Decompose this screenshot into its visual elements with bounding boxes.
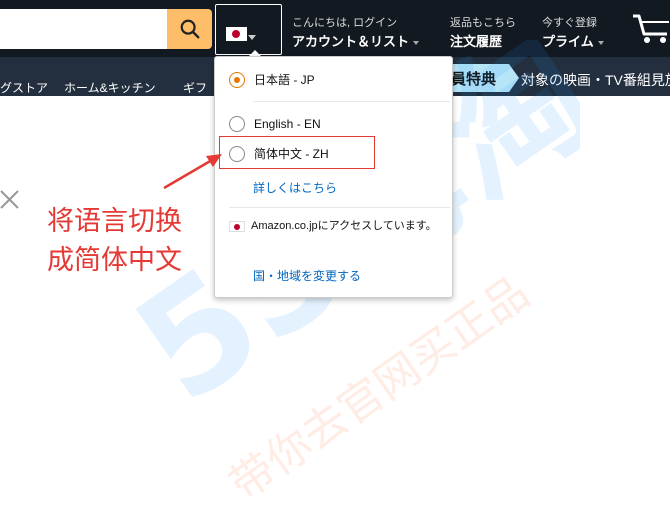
subnav-item-home-kitchen[interactable]: ホーム&キッチン xyxy=(64,79,156,96)
radio-selected[interactable] xyxy=(229,71,245,88)
language-option-label: English - EN xyxy=(254,117,321,131)
promo-text[interactable]: 対象の映画・TV番組見放 xyxy=(521,70,670,90)
search-button[interactable] xyxy=(167,9,212,49)
chevron-down-icon xyxy=(413,40,420,45)
language-dropdown: 日本語 - JP English - EN 简体中文 - ZH 詳しくはこちら … xyxy=(214,56,453,298)
register-text: 今すぐ登録 xyxy=(542,17,597,29)
subnav-item-gift[interactable]: ギフ xyxy=(183,79,207,96)
language-option-jp[interactable]: 日本語 - JP xyxy=(229,71,315,88)
close-icon[interactable] xyxy=(0,190,20,210)
region-notice: Amazon.co.jpにアクセスしています。 xyxy=(229,219,444,234)
japan-flag-icon xyxy=(226,27,247,41)
account-lists-link[interactable]: こんにちは, ログイン アカウント＆リスト xyxy=(292,14,420,50)
divider xyxy=(229,207,450,208)
cart-icon[interactable] xyxy=(631,10,670,46)
japan-flag-icon xyxy=(229,220,245,232)
radio-unselected[interactable] xyxy=(229,116,245,132)
language-option-en[interactable]: English - EN xyxy=(229,116,321,132)
annotation-line-1: 将语言切换 xyxy=(47,206,182,237)
change-region-link[interactable]: 国・地域を変更する xyxy=(253,267,361,284)
search-icon xyxy=(180,19,199,39)
divider xyxy=(253,101,450,102)
returns-text: 返品もこちら xyxy=(450,17,516,29)
greeting-text: こんにちは, ログイン xyxy=(292,17,398,29)
promo-arrow xyxy=(509,64,519,92)
search-input[interactable] xyxy=(0,9,168,49)
learn-more-link[interactable]: 詳しくはこちら xyxy=(253,179,337,196)
annotation-line-2: 成简体中文 xyxy=(47,245,182,276)
subnav-item-store[interactable]: グストア xyxy=(0,79,48,96)
prime-label: プライム xyxy=(542,34,594,49)
region-notice-text: Amazon.co.jpにアクセスしています。 xyxy=(251,220,437,232)
chevron-down-icon xyxy=(248,35,256,40)
highlight-box xyxy=(219,136,375,169)
language-option-label: 日本語 - JP xyxy=(254,73,315,87)
returns-orders-link[interactable]: 返品もこちら 注文履歴 xyxy=(450,14,516,50)
prime-link[interactable]: 今すぐ登録 プライム xyxy=(542,14,604,50)
watermark-slogan: 带你去官网买正品 xyxy=(221,267,539,500)
promo-badge[interactable]: 員特典 xyxy=(447,64,509,92)
chevron-down-icon xyxy=(597,40,604,45)
annotation-arrow xyxy=(163,154,222,190)
account-label: アカウント＆リスト xyxy=(292,34,410,49)
language-selector-button[interactable] xyxy=(215,4,282,55)
orders-label: 注文履歴 xyxy=(450,34,503,49)
